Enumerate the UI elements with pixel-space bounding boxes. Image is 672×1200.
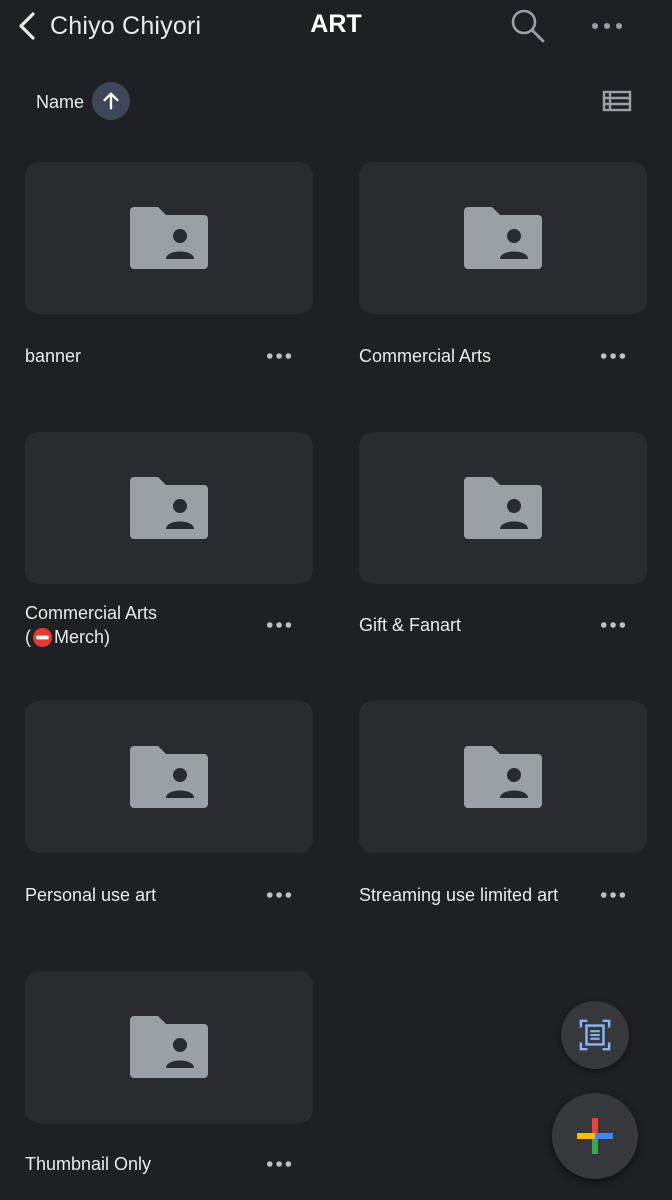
folder-more-button[interactable] (595, 341, 633, 371)
folder-more-button[interactable] (261, 1149, 299, 1179)
shared-folder-icon (464, 746, 542, 808)
sort-by-name-button[interactable]: Name (36, 92, 84, 113)
more-horizontal-icon (600, 622, 626, 628)
scan-document-button[interactable] (561, 1001, 629, 1069)
shared-folder-icon (130, 477, 208, 539)
arrow-up-icon (103, 92, 119, 110)
folder-more-button[interactable] (595, 610, 633, 640)
list-view-icon (602, 90, 632, 112)
search-button[interactable] (508, 6, 548, 46)
new-item-button[interactable] (552, 1093, 638, 1179)
folder-thumbnail[interactable] (25, 971, 313, 1123)
folder-more-button[interactable] (261, 341, 299, 371)
folder-name: Streaming use limited art (359, 885, 559, 905)
more-horizontal-icon (600, 892, 626, 898)
folder-thumbnail[interactable] (25, 432, 313, 584)
shared-folder-icon (130, 1016, 208, 1078)
folder-name: Personal use art (25, 885, 157, 905)
folder-more-button[interactable] (261, 610, 299, 640)
folder-more-button[interactable] (261, 880, 299, 910)
more-horizontal-icon (266, 353, 292, 359)
no-entry-icon (32, 627, 53, 647)
folder-thumbnail[interactable] (359, 432, 647, 584)
top-app-bar: Chiyo Chiyori ART (0, 0, 672, 52)
folder-name-line: Commercial Arts (25, 603, 158, 623)
shared-folder-icon (130, 746, 208, 808)
more-horizontal-icon (592, 23, 622, 29)
more-horizontal-icon (266, 622, 292, 628)
search-icon (511, 9, 545, 43)
more-horizontal-icon (266, 1161, 292, 1167)
folder-name-line: ( Merch) (25, 627, 111, 647)
chevron-left-icon (19, 12, 35, 40)
back-button[interactable]: Chiyo Chiyori (14, 6, 201, 46)
more-horizontal-icon (600, 353, 626, 359)
document-scan-icon (579, 1019, 611, 1051)
parent-folder-name: Chiyo Chiyori (50, 11, 202, 40)
page-title: ART (310, 10, 362, 38)
list-view-toggle[interactable] (600, 86, 634, 116)
folder-name: Gift & Fanart (359, 615, 462, 635)
shared-folder-icon (464, 207, 542, 269)
folder-name: Commercial Arts (359, 346, 492, 366)
folder-thumbnail[interactable] (25, 162, 313, 314)
folder-thumbnail[interactable] (359, 701, 647, 853)
folder-thumbnail[interactable] (25, 701, 313, 853)
more-options-button[interactable] (586, 8, 628, 44)
drive-folder-screen: Chiyo Chiyori ART Name banner Commercial… (0, 0, 672, 1200)
shared-folder-icon (130, 207, 208, 269)
folder-thumbnail[interactable] (359, 162, 647, 314)
sort-direction-button[interactable] (92, 82, 130, 120)
plus-icon (577, 1118, 613, 1154)
folder-name: Commercial Arts ( Merch) (25, 601, 245, 649)
folder-name: banner (25, 346, 82, 366)
folder-more-button[interactable] (595, 880, 633, 910)
more-horizontal-icon (266, 892, 292, 898)
shared-folder-icon (464, 477, 542, 539)
folder-name: Thumbnail Only (25, 1154, 152, 1174)
